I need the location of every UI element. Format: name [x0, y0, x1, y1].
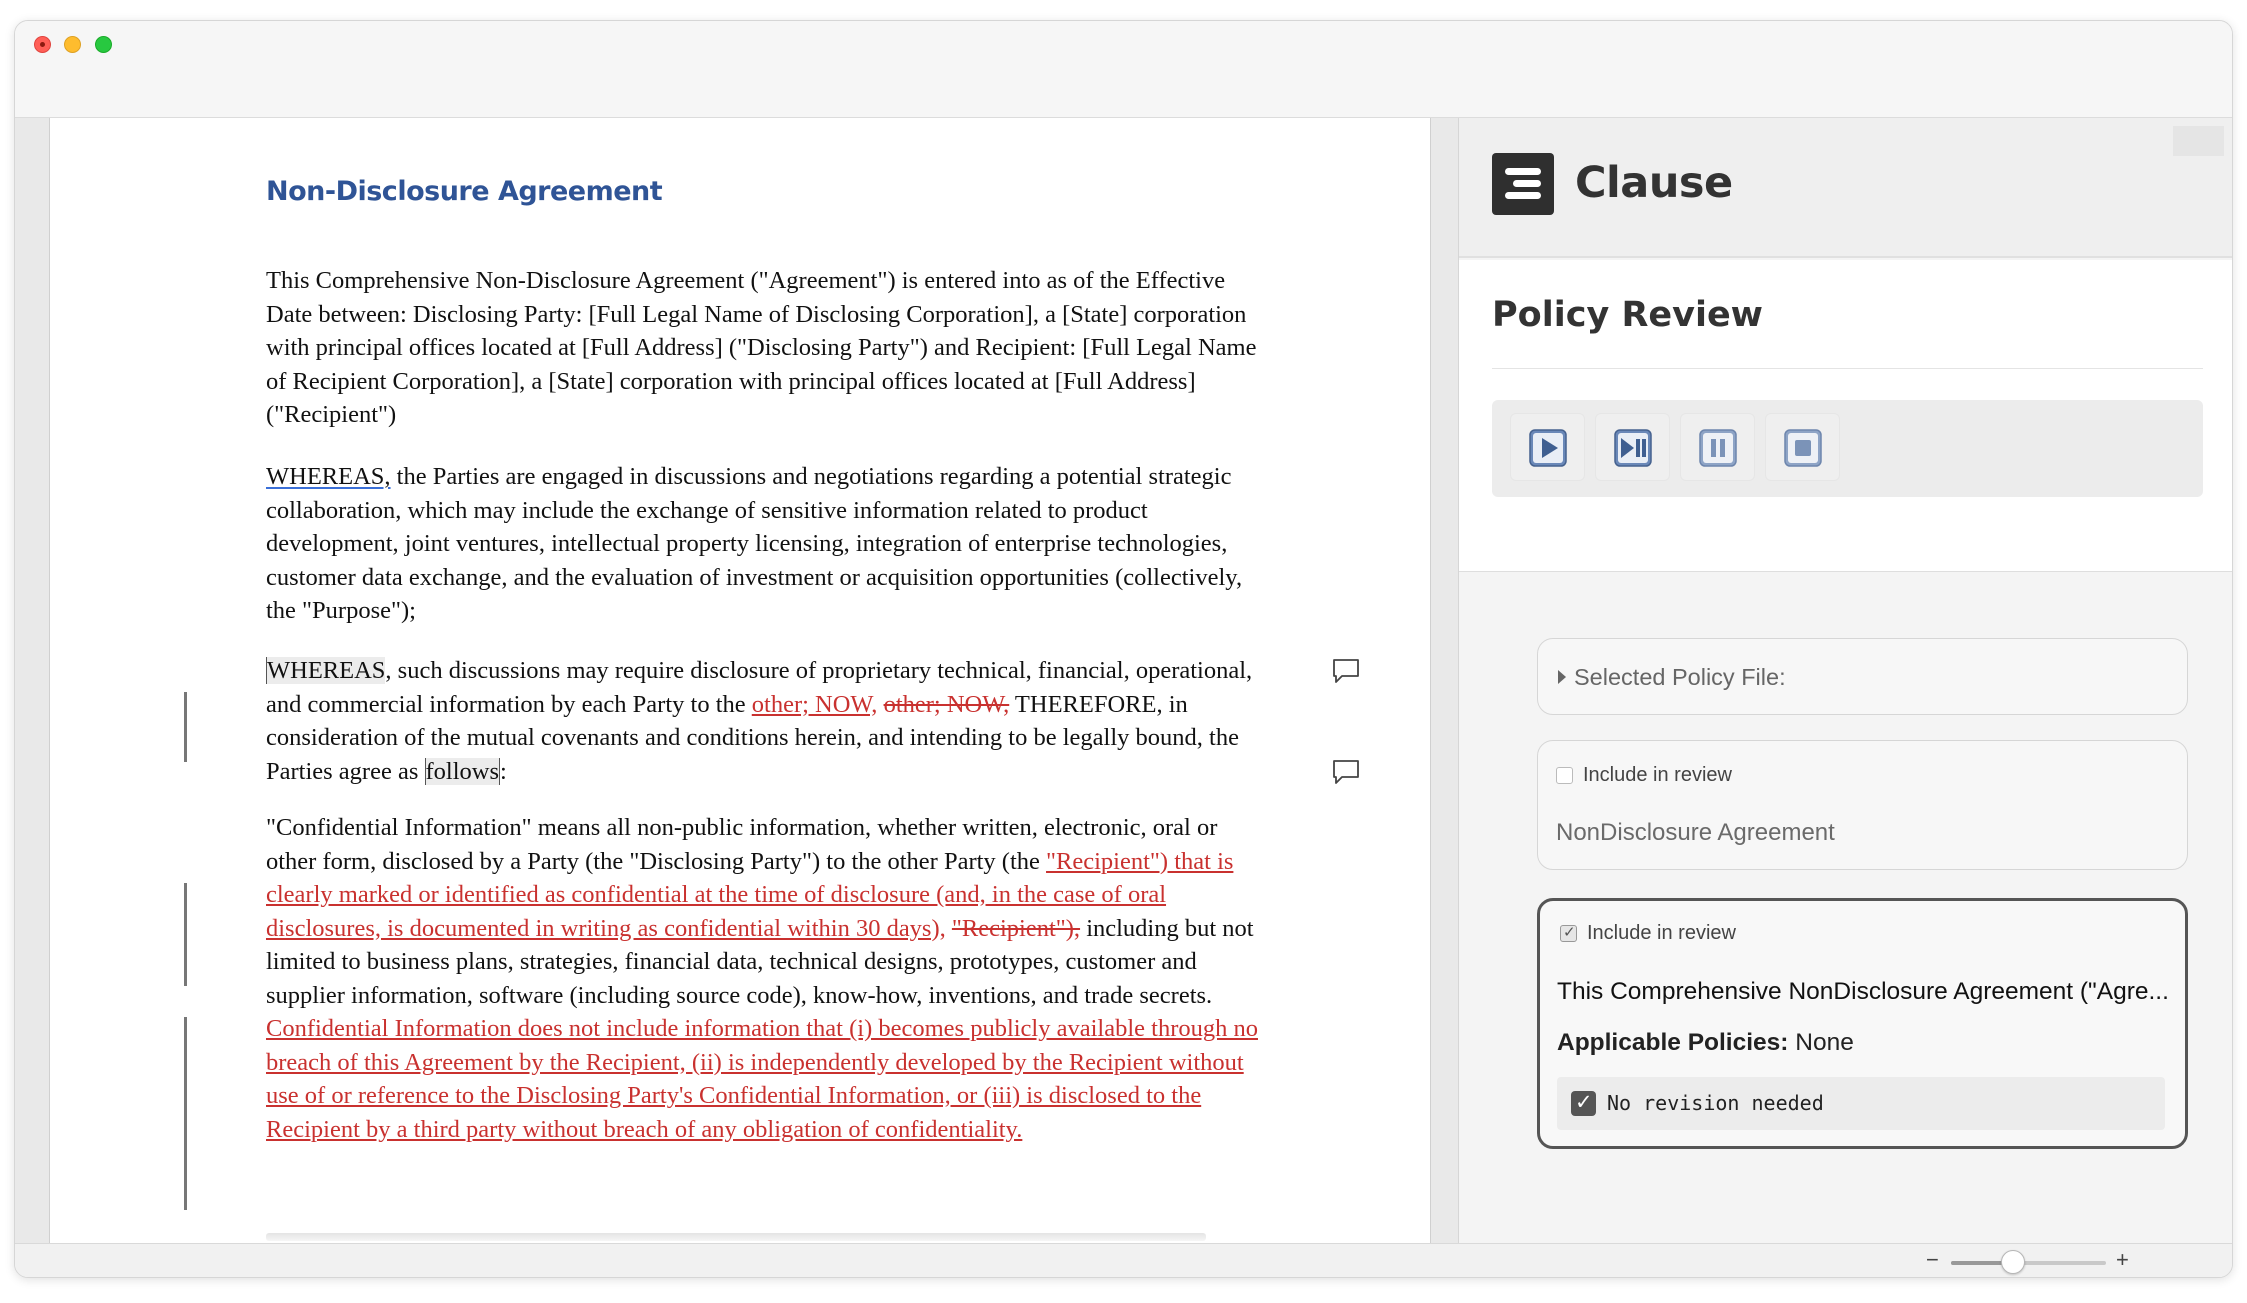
applicable-policies: Applicable Policies: None — [1557, 1029, 1854, 1057]
change-bar — [184, 883, 187, 986]
paragraph-confidential-information[interactable]: "Confidential Information" means all non… — [266, 811, 1266, 1146]
commented-word[interactable]: follows — [424, 757, 500, 785]
clause-card[interactable]: Include in review NonDisclosure Agreemen… — [1537, 740, 2188, 870]
close-window-button[interactable] — [34, 36, 51, 53]
revision-status-label: No revision needed — [1607, 1091, 1824, 1115]
policy-review-section: Policy Review — [1459, 260, 2232, 572]
panel-menu-button[interactable] — [2173, 126, 2224, 156]
pause-button[interactable] — [1680, 413, 1755, 481]
zoom-out-button[interactable]: − — [1926, 1247, 1939, 1273]
selected-policy-file-toggle[interactable]: Selected Policy File: — [1537, 638, 2188, 715]
clause-logo-icon — [1492, 153, 1554, 215]
spellcheck-word[interactable]: WHEREAS, — [266, 463, 391, 490]
include-in-review-checkbox[interactable] — [1556, 767, 1573, 784]
play-button[interactable] — [1510, 413, 1585, 481]
tracked-insertion[interactable]: Confidential Information does not includ… — [266, 1015, 1258, 1143]
minimize-window-button[interactable] — [64, 36, 81, 53]
checkmark-icon — [1571, 1090, 1596, 1116]
clause-excerpt: This Comprehensive NonDisclosure Agreeme… — [1557, 978, 2169, 1005]
paragraph-whereas-2[interactable]: WHEREAS, such discussions may require di… — [266, 654, 1266, 788]
commented-word[interactable]: WHEREAS — [266, 657, 386, 684]
zoom-in-button[interactable]: + — [2116, 1247, 2129, 1273]
zoom-window-button[interactable] — [95, 36, 112, 53]
comment-icon[interactable] — [1331, 657, 1361, 685]
include-in-review-label: Include in review — [1587, 922, 1736, 944]
divider — [1492, 368, 2203, 369]
zoom-slider-thumb[interactable] — [2001, 1250, 2025, 1274]
applicable-policies-value: None — [1788, 1029, 1854, 1056]
document-title: Non-Disclosure Agreement — [266, 176, 663, 207]
tracked-deletion[interactable]: "Recipient"), — [952, 915, 1080, 942]
document-page[interactable]: Non-Disclosure Agreement This Comprehens… — [49, 118, 1431, 1243]
step-button[interactable] — [1595, 413, 1670, 481]
clause-title: NonDisclosure Agreement — [1556, 819, 1835, 846]
change-bar — [184, 692, 187, 762]
include-in-review-checkbox[interactable] — [1560, 923, 1577, 942]
paragraph-whereas-1[interactable]: WHEREAS, the Parties are engaged in disc… — [266, 460, 1266, 628]
selected-file-label: Selected Policy File: — [1574, 664, 1786, 690]
revision-status[interactable]: No revision needed — [1557, 1077, 2165, 1130]
playback-controls — [1492, 400, 2203, 497]
status-bar: − + — [15, 1243, 2232, 1277]
section-title: Policy Review — [1492, 295, 1764, 335]
paragraph-text: : — [500, 757, 507, 785]
clause-side-panel: Clause Policy Review Selected Policy Fil… — [1458, 118, 2232, 1243]
paragraph-text: the Parties are engaged in discussions a… — [266, 463, 1243, 624]
play-icon — [1529, 429, 1567, 467]
brand-header: Clause — [1459, 118, 2232, 258]
zoom-slider[interactable] — [1951, 1261, 2106, 1265]
stop-button[interactable] — [1765, 413, 1840, 481]
play-pause-icon — [1614, 429, 1652, 467]
comment-icon[interactable] — [1331, 758, 1361, 786]
paragraph-text: This Comprehensive Non-Disclosure Agreem… — [266, 267, 1257, 428]
next-paragraph-preview — [266, 1233, 1206, 1241]
clause-card-selected[interactable]: Include in review This Comprehensive Non… — [1537, 898, 2188, 1149]
paragraph-parties[interactable]: This Comprehensive Non-Disclosure Agreem… — [266, 264, 1266, 432]
pause-icon — [1699, 429, 1737, 467]
change-bar — [184, 1017, 187, 1210]
tracked-insertion[interactable]: other; NOW, — [752, 691, 878, 718]
tracked-deletion[interactable]: other; NOW, — [884, 691, 1010, 718]
include-in-review-label: Include in review — [1583, 764, 1732, 786]
title-bar — [15, 21, 2232, 118]
stop-icon — [1784, 429, 1822, 467]
disclosure-triangle-icon — [1558, 670, 1566, 684]
applicable-policies-label: Applicable Policies: — [1557, 1029, 1789, 1056]
app-window: Non-Disclosure Agreement This Comprehens… — [14, 20, 2233, 1278]
brand-name: Clause — [1575, 158, 1733, 208]
